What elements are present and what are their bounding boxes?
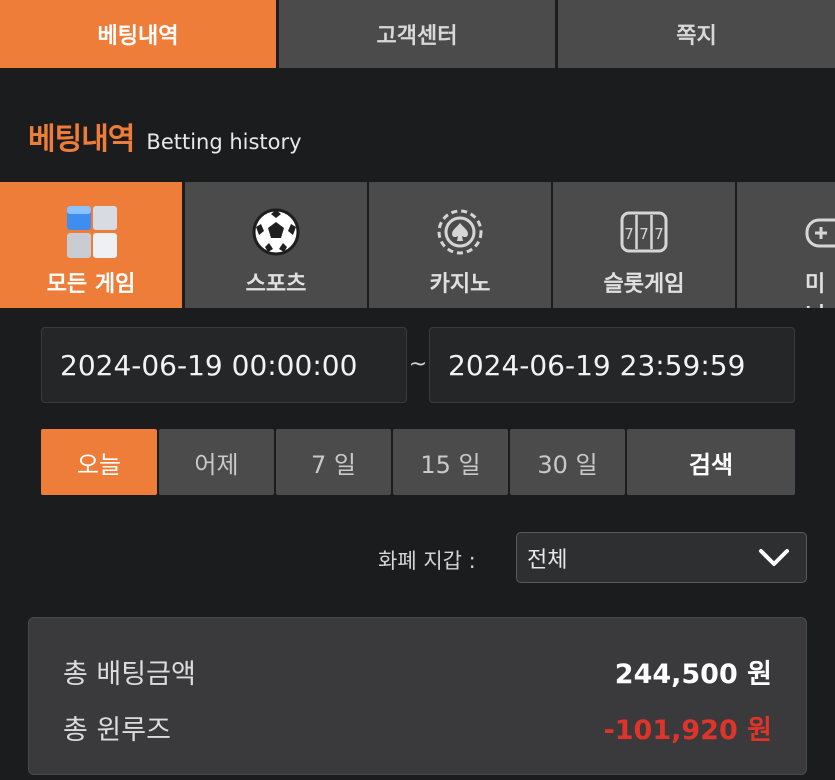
- currency-selected-value: 전체: [527, 547, 568, 573]
- date-range-separator: ~: [408, 352, 428, 377]
- game-tab-mini[interactable]: 미니: [737, 182, 835, 308]
- total-bet-value: 244,500 원: [614, 659, 772, 690]
- page-title: 베팅내역 Betting history: [28, 114, 302, 158]
- currency-wallet-label: 화폐 지갑 :: [378, 549, 476, 573]
- svg-text:7: 7: [639, 225, 649, 243]
- total-winloss-value: -101,920 원: [603, 715, 772, 746]
- all-games-cubes-icon: [61, 202, 121, 262]
- search-button[interactable]: 검색: [627, 429, 795, 495]
- game-tab-all[interactable]: 모든 게임: [0, 182, 182, 308]
- page-title-ko: 베팅내역: [28, 122, 135, 157]
- total-bet-row: 총 배팅금액 244,500 원: [63, 652, 772, 691]
- game-tab-label: 카지노: [429, 272, 491, 297]
- game-category-tabs: 모든 게임 스포츠 카지노 7 7 7 슬롯게임 미: [0, 182, 835, 308]
- game-tab-label: 모든 게임: [46, 272, 136, 297]
- range-15-days-button[interactable]: 15 일: [393, 429, 508, 495]
- svg-text:7: 7: [654, 225, 664, 243]
- range-30-days-button[interactable]: 30 일: [510, 429, 625, 495]
- slot-777-icon: 7 7 7: [614, 202, 674, 262]
- svg-text:7: 7: [624, 225, 634, 243]
- page-subtitle-en: Betting history: [146, 130, 302, 154]
- game-tab-sports[interactable]: 스포츠: [185, 182, 367, 308]
- range-7-days-button[interactable]: 7 일: [276, 429, 391, 495]
- currency-wallet-select[interactable]: 전체: [516, 532, 807, 583]
- top-tab-bar: 베팅내역 고객센터 쪽지: [0, 0, 835, 68]
- game-tab-label: 스포츠: [245, 272, 307, 297]
- game-tab-casino[interactable]: 카지노: [369, 182, 551, 308]
- game-tab-label: 슬롯게임: [603, 272, 685, 297]
- game-tab-slots[interactable]: 7 7 7 슬롯게임: [553, 182, 735, 308]
- range-today-button[interactable]: 오늘: [41, 429, 157, 495]
- tab-messages[interactable]: 쪽지: [558, 0, 835, 68]
- total-winloss-label: 총 윈루즈: [63, 715, 171, 746]
- betting-summary-card: 총 배팅금액 244,500 원 총 윈루즈 -101,920 원: [28, 617, 807, 775]
- date-to-field[interactable]: 2024-06-19 23:59:59: [429, 327, 795, 403]
- casino-chip-spade-icon: [430, 202, 490, 262]
- tab-customer-center[interactable]: 고객센터: [279, 0, 555, 68]
- soccer-ball-icon: [246, 202, 306, 262]
- tab-betting-history[interactable]: 베팅내역: [0, 0, 276, 68]
- chevron-down-icon: [758, 546, 790, 570]
- date-from-field[interactable]: 2024-06-19 00:00:00: [41, 327, 407, 403]
- total-bet-label: 총 배팅금액: [63, 659, 196, 690]
- range-yesterday-button[interactable]: 어제: [159, 429, 274, 495]
- total-winloss-row: 총 윈루즈 -101,920 원: [63, 708, 772, 747]
- gamepad-icon: [801, 202, 835, 262]
- game-tab-label: 미니: [805, 272, 826, 308]
